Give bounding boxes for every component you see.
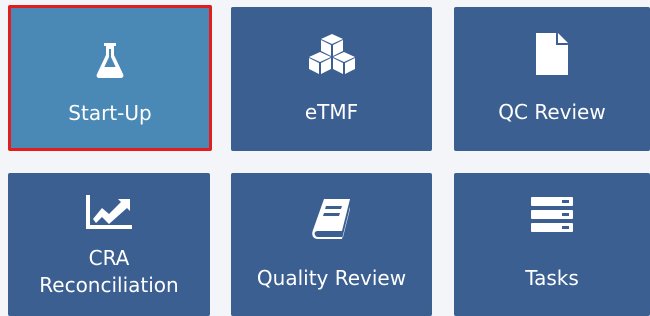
tile-label: Quality Review	[256, 266, 407, 290]
tile-tasks[interactable]: Tasks	[454, 173, 650, 316]
tasks-icon	[529, 195, 575, 235]
tile-start-up[interactable]: Start-Up	[8, 5, 212, 151]
tile-label: Tasks	[525, 266, 579, 290]
line-chart-icon	[84, 193, 134, 231]
tile-etmf[interactable]: eTMF	[231, 7, 432, 151]
tile-cra-reconciliation[interactable]: CRA Reconciliation	[8, 173, 210, 316]
tile-label: eTMF	[304, 100, 359, 124]
document-icon	[534, 31, 570, 77]
cubes-icon	[306, 32, 358, 76]
tile-qc-review[interactable]: QC Review	[454, 7, 650, 151]
tile-quality-review[interactable]: Quality Review	[231, 173, 432, 316]
tile-label: CRA Reconciliation	[39, 246, 179, 297]
tile-label: QC Review	[498, 100, 606, 124]
book-icon	[311, 197, 352, 241]
tile-label: Start-Up	[68, 101, 152, 125]
flask-icon	[95, 41, 125, 79]
